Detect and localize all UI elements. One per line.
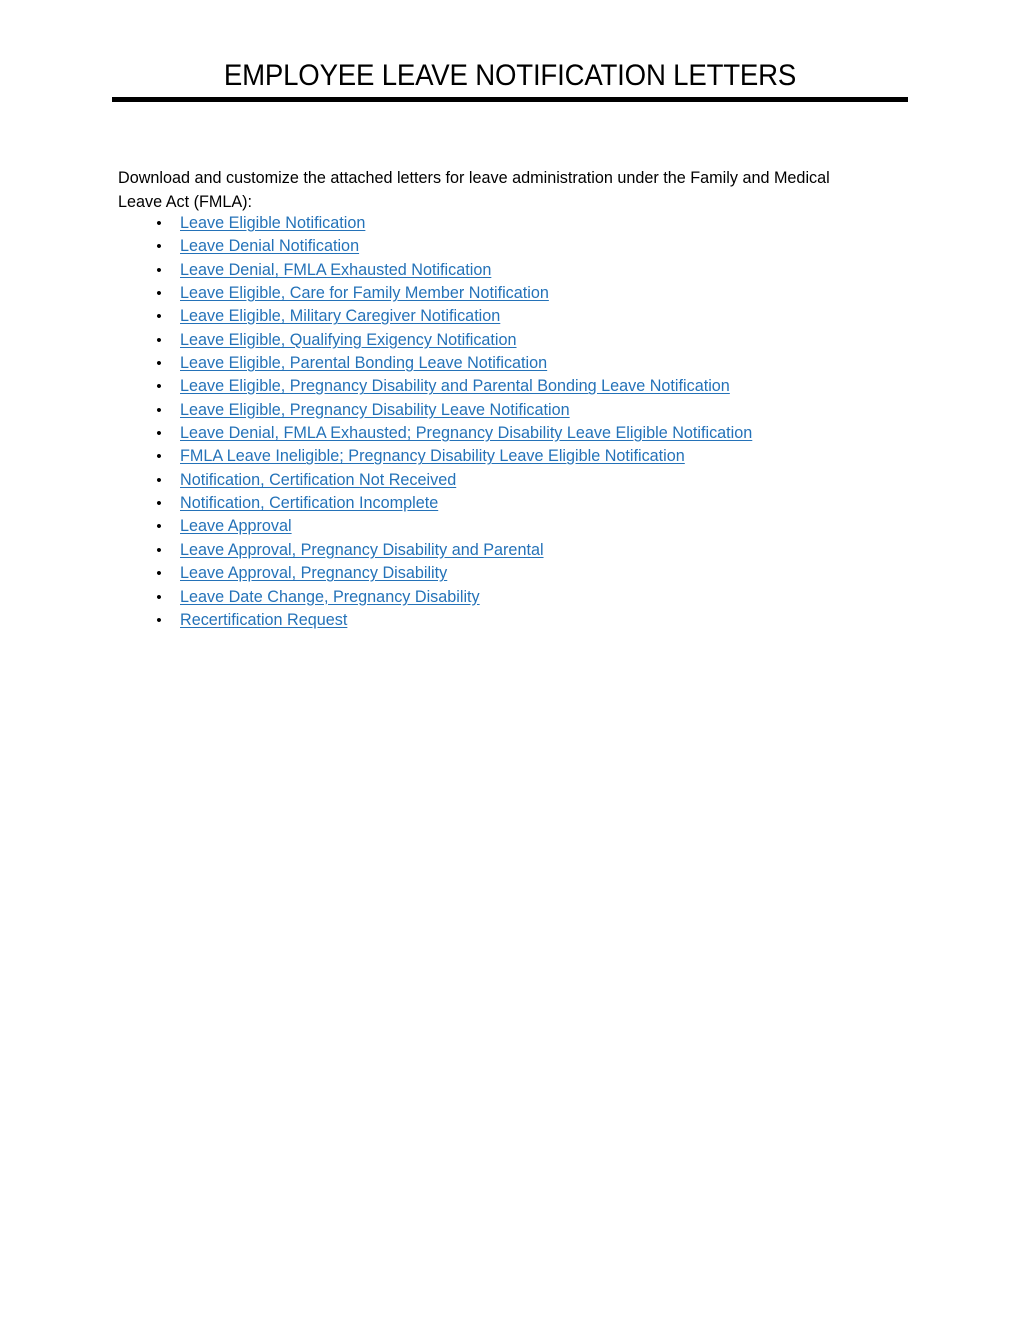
- letter-link[interactable]: FMLA Leave Ineligible; Pregnancy Disabil…: [180, 447, 685, 465]
- list-item: • Leave Eligible, Qualifying Exigency Not…: [118, 329, 918, 352]
- letter-link[interactable]: Leave Approval: [180, 517, 292, 535]
- letter-link[interactable]: Leave Eligible, Care for Family Member N…: [180, 284, 549, 302]
- list-item: • Leave Date Change, Pregnancy Disability: [118, 586, 918, 609]
- bullet-icon: •: [156, 495, 162, 513]
- bullet-icon: •: [156, 588, 162, 606]
- bullet-icon: •: [156, 331, 162, 349]
- letter-link[interactable]: Notification, Certification Incomplete: [180, 494, 438, 512]
- letter-link[interactable]: Leave Eligible, Parental Bonding Leave N…: [180, 354, 547, 372]
- list-item: • Leave Eligible, Pregnancy Disability Le…: [118, 399, 918, 422]
- list-item: • Leave Approval, Pregnancy Disability an…: [118, 539, 918, 562]
- list-item: • Leave Denial, FMLA Exhausted Notificati…: [118, 259, 918, 282]
- list-item: • Leave Denial, FMLA Exhausted; Pregnancy…: [118, 422, 918, 445]
- bullet-icon: •: [156, 215, 162, 232]
- letter-link[interactable]: Leave Eligible, Military Caregiver Notif…: [180, 307, 500, 325]
- bullet-icon: •: [156, 308, 162, 326]
- letter-link[interactable]: Notification, Certification Not Received: [180, 471, 456, 489]
- bullet-icon: •: [156, 471, 162, 489]
- list-item: • Recertification Request: [118, 609, 918, 632]
- page-title: EMPLOYEE LEAVE NOTIFICATION LETTERS: [223, 59, 797, 92]
- list-item: • Leave Eligible Notification: [118, 212, 918, 235]
- bullet-icon: •: [156, 261, 162, 279]
- letter-link[interactable]: Leave Date Change, Pregnancy Disability: [180, 588, 480, 606]
- list-item: • Leave Eligible, Military Caregiver Noti…: [118, 305, 918, 328]
- title-divider: [112, 97, 908, 102]
- list-item: • Leave Eligible, Pregnancy Disability an…: [118, 375, 918, 398]
- list-item: • Leave Eligible, Care for Family Member …: [118, 282, 918, 305]
- list-item: • Leave Approval, Pregnancy Disability: [118, 562, 918, 585]
- bullet-icon: •: [156, 285, 162, 303]
- list-item: • Notification, Certification Not Receive…: [118, 469, 918, 492]
- bullet-icon: •: [156, 355, 162, 373]
- intro-paragraph: Download and customize the attached lett…: [118, 169, 830, 211]
- letter-links-list: • Leave Eligible Notification • Leave Denia…: [118, 212, 918, 632]
- list-item: • FMLA Leave Ineligible; Pregnancy Disabi…: [118, 445, 918, 468]
- list-item: • Leave Approval: [118, 515, 918, 538]
- list-item: • Notification, Certification Incomplete: [118, 492, 918, 515]
- list-item: • Leave Eligible, Parental Bonding Leave …: [118, 352, 918, 375]
- letter-link[interactable]: Leave Approval, Pregnancy Disability and…: [180, 541, 544, 559]
- letter-link[interactable]: Leave Eligible, Pregnancy Disability Lea…: [180, 401, 570, 419]
- bullet-icon: •: [156, 238, 162, 256]
- bullet-icon: •: [156, 611, 162, 629]
- bullet-icon: •: [156, 425, 162, 443]
- list-item: • Leave Denial Notification: [118, 235, 918, 258]
- letter-link[interactable]: Leave Denial, FMLA Exhausted Notificatio…: [180, 261, 491, 279]
- bullet-icon: •: [156, 541, 162, 559]
- bullet-icon: •: [156, 448, 162, 466]
- letter-link[interactable]: Leave Eligible, Pregnancy Disability and…: [180, 377, 730, 395]
- bullet-icon: •: [156, 565, 162, 583]
- document-page: EMPLOYEE LEAVE NOTIFICATION LETTERS Down…: [0, 0, 1020, 1320]
- bullet-icon: •: [156, 518, 162, 536]
- letter-link[interactable]: Recertification Request: [180, 611, 347, 629]
- letter-link[interactable]: Leave Approval, Pregnancy Disability: [180, 564, 447, 582]
- letter-link[interactable]: Leave Denial, FMLA Exhausted; Pregnancy …: [180, 424, 752, 442]
- letter-link[interactable]: Leave Eligible Notification: [180, 214, 365, 232]
- letter-link[interactable]: Leave Denial Notification: [180, 237, 359, 255]
- bullet-icon: •: [156, 401, 162, 419]
- bullet-icon: •: [156, 378, 162, 396]
- letter-link[interactable]: Leave Eligible, Qualifying Exigency Noti…: [180, 331, 517, 349]
